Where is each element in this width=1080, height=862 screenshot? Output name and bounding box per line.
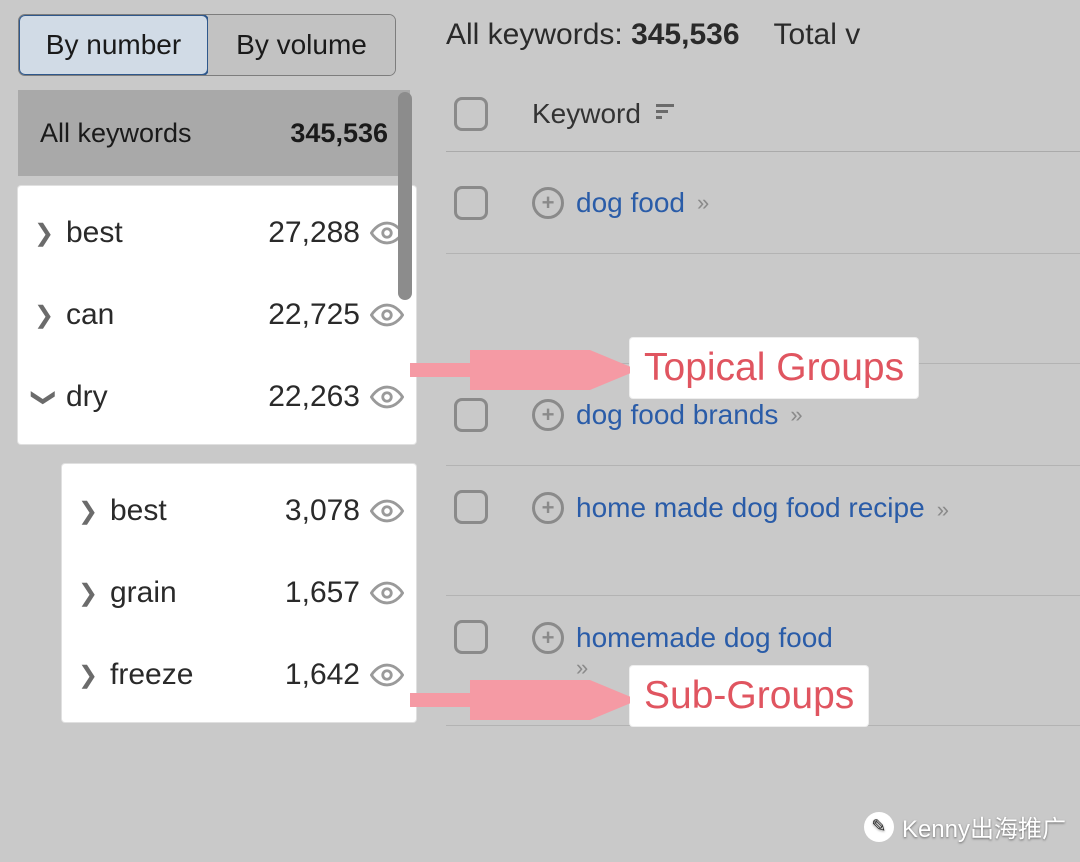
main-panel: All keywords: 345,536 Total v Keyword + … [420,0,1080,862]
keyword-link[interactable]: dog food [576,185,685,220]
subgroup-list: ❯ best 3,078 ❯ grain 1,657 ❯ freeze 1,64… [62,464,416,722]
group-count: 22,263 [268,380,370,414]
row-checkbox[interactable] [454,620,488,654]
group-name: can [62,298,268,332]
keyword-link[interactable]: home made dog food recipe [576,492,925,523]
table-row: + dog food » [446,152,1080,254]
annotation-arrow-icon [410,350,630,390]
group-row[interactable]: ❯ dry 22,263 [18,356,416,438]
group-list: ❯ best 27,288 ❯ can 22,725 ❯ dry 22,263 [18,186,416,444]
chevron-right-icon: ❯ [70,661,106,690]
group-name: dry [62,380,268,414]
chevron-right-icon: ❯ [70,579,106,608]
sort-icon [653,98,677,130]
stats-bar: All keywords: 345,536 Total v [446,18,1080,76]
subgroup-row[interactable]: ❯ freeze 1,642 [62,634,416,716]
subgroup-name: best [106,494,285,528]
column-keyword[interactable]: Keyword [532,98,677,130]
stats-all-value: 345,536 [631,18,739,51]
table-header: Keyword [446,76,1080,152]
expand-icon[interactable]: + [532,399,564,431]
stats-total: Total v [774,18,861,52]
subgroup-row[interactable]: ❯ best 3,078 [62,470,416,552]
wechat-icon: ✎ [864,812,894,842]
keyword-link[interactable]: homemade dog food [576,622,833,653]
group-count: 22,725 [268,298,370,332]
eye-icon[interactable] [370,658,404,692]
annotation-arrow-icon [410,680,630,720]
annotation-sub-groups: Sub-Groups [630,666,868,726]
watermark: ✎ Kenny出海推广 [864,809,1066,844]
sidebar: By number By volume All keywords 345,536… [0,0,420,862]
eye-icon[interactable] [370,298,404,332]
subgroup-count: 1,642 [285,658,370,692]
view-tabs: By number By volume [18,14,396,76]
group-row[interactable]: ❯ can 22,725 [18,274,416,356]
select-all-checkbox[interactable] [454,97,488,131]
chevron-down-icon: ❯ [30,379,59,415]
expand-icon[interactable]: + [532,622,564,654]
expand-icon[interactable]: + [532,187,564,219]
row-checkbox[interactable] [454,186,488,220]
table-row: + home made dog food recipe » [446,466,1080,596]
summary-count: 345,536 [290,118,388,149]
annotation-topical-groups: Topical Groups [630,338,918,398]
group-name: best [62,216,268,250]
sidebar-scrollbar[interactable] [398,92,412,300]
column-keyword-label: Keyword [532,98,641,130]
watermark-text: Kenny出海推广 [902,809,1066,844]
subgroup-name: grain [106,576,285,610]
double-chevron-icon[interactable]: » [790,402,802,428]
expand-icon[interactable]: + [532,492,564,524]
row-checkbox[interactable] [454,490,488,524]
row-checkbox[interactable] [454,398,488,432]
group-count: 27,288 [268,216,370,250]
double-chevron-icon[interactable]: » [576,655,588,680]
tab-by-volume[interactable]: By volume [208,15,395,75]
subgroup-row[interactable]: ❯ grain 1,657 [62,552,416,634]
all-keywords-summary[interactable]: All keywords 345,536 [18,90,410,176]
group-row[interactable]: ❯ best 27,288 [18,192,416,274]
summary-label: All keywords [40,118,192,149]
double-chevron-icon[interactable]: » [937,497,949,522]
double-chevron-icon[interactable]: » [697,190,709,216]
stats-all-label: All keywords: [446,18,623,51]
chevron-right-icon: ❯ [26,301,62,330]
eye-icon[interactable] [370,576,404,610]
subgroup-name: freeze [106,658,285,692]
keyword-link[interactable]: dog food brands [576,397,778,432]
stats-all: All keywords: 345,536 [446,18,740,52]
subgroup-count: 3,078 [285,494,370,528]
chevron-right-icon: ❯ [26,219,62,248]
eye-icon[interactable] [370,380,404,414]
chevron-right-icon: ❯ [70,497,106,526]
subgroup-count: 1,657 [285,576,370,610]
eye-icon[interactable] [370,494,404,528]
tab-by-number[interactable]: By number [18,14,209,76]
